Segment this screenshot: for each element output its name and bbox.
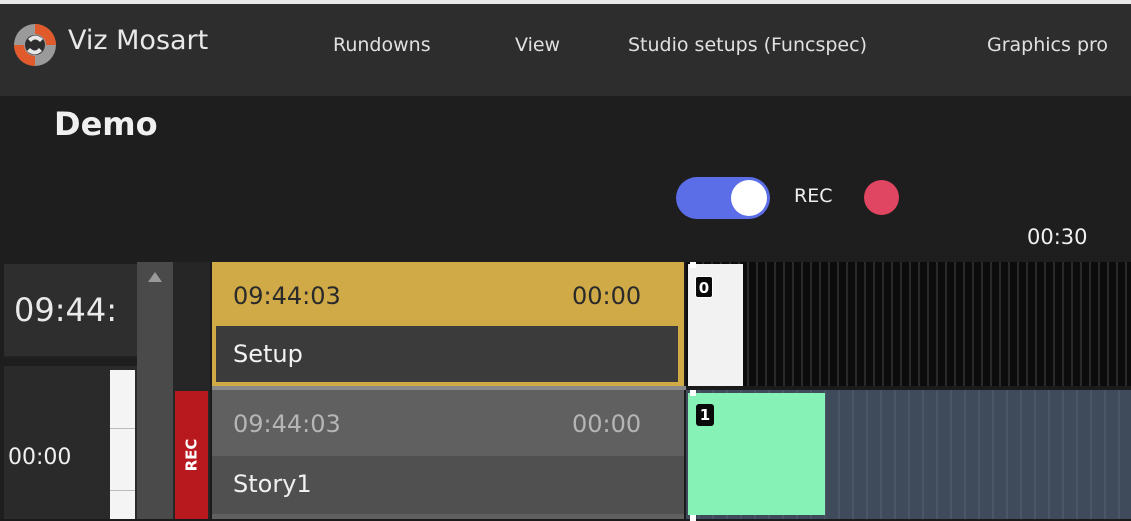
divider	[110, 490, 135, 491]
rec-indicator-icon	[864, 180, 899, 215]
rec-tag-label: REC	[182, 438, 201, 472]
item-index-badge: 0	[695, 276, 713, 298]
menu-view[interactable]: View	[515, 34, 560, 56]
item-index-badge: 1	[696, 404, 714, 426]
story-duration: 00:00	[572, 282, 642, 310]
story-name: Story1	[233, 470, 312, 498]
duration-readout: 00:00	[8, 445, 72, 470]
rundown-title: Demo	[54, 105, 158, 143]
timeline-marker	[690, 515, 696, 521]
story-duration: 00:00	[572, 410, 642, 438]
timeline-marker	[690, 390, 696, 396]
viz-mosart-logo-icon[interactable]	[12, 22, 58, 68]
app-title: Viz Mosart	[68, 25, 209, 56]
timeline-track-setup[interactable]	[686, 262, 1131, 386]
rundown-scrollbar[interactable]	[137, 262, 173, 519]
recording-toggle[interactable]	[676, 177, 770, 219]
rec-tag-badge: REC	[175, 391, 208, 519]
scroll-up-icon[interactable]	[148, 272, 162, 282]
menu-studio-setups[interactable]: Studio setups (Funcspec)	[628, 34, 867, 56]
progress-column	[110, 370, 135, 519]
rundown-header	[0, 96, 1131, 262]
story-name: Setup	[233, 340, 303, 368]
story-time: 09:44:03	[233, 410, 341, 438]
divider	[110, 428, 135, 429]
rec-label: REC	[794, 185, 833, 207]
menu-rundowns[interactable]: Rundowns	[333, 34, 431, 56]
timeline-marker	[690, 262, 696, 268]
toggle-knob	[731, 180, 767, 216]
story-time: 09:44:03	[233, 282, 341, 310]
menu-graphics[interactable]: Graphics pro	[987, 34, 1108, 56]
current-time-clock: 09:44:	[14, 291, 117, 329]
timeline-tick-label: 00:30	[1027, 225, 1088, 249]
